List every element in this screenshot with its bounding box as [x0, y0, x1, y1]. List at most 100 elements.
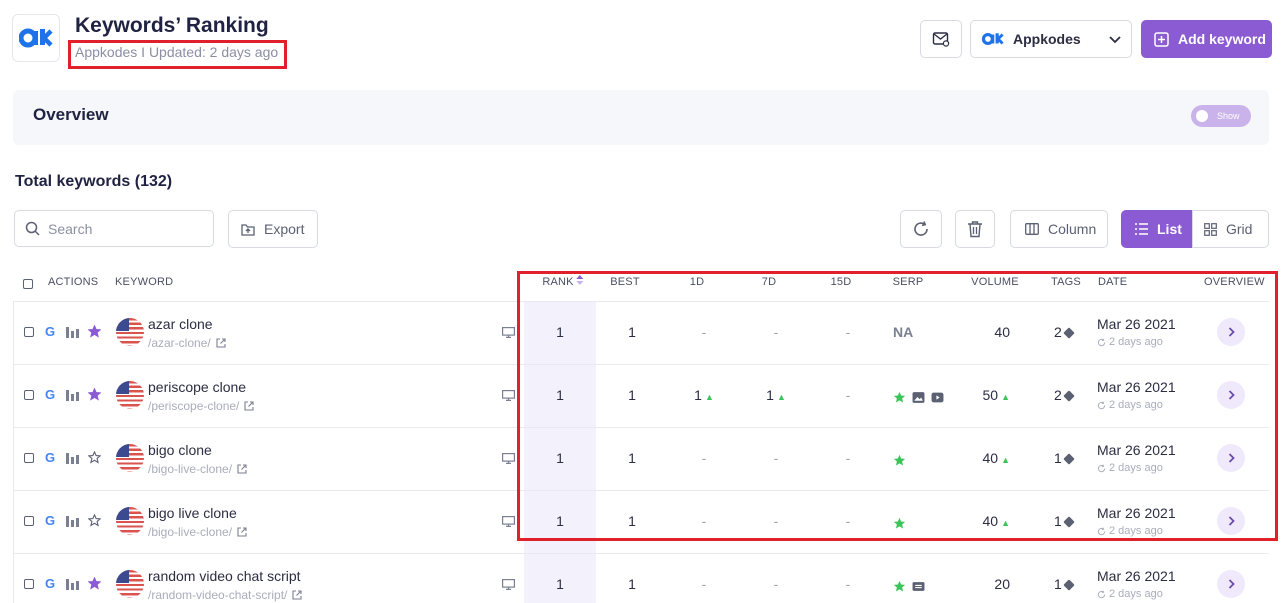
email-report-button[interactable]	[920, 20, 962, 58]
column-button[interactable]: Column	[1010, 210, 1108, 248]
tags-count-cell[interactable]: 2	[1054, 387, 1075, 403]
header-1d[interactable]: 1D	[690, 276, 704, 288]
best-value: 1	[628, 324, 636, 340]
star-icon	[893, 391, 906, 403]
keyword-url-text: /periscope-clone/	[148, 399, 240, 413]
select-all-checkbox[interactable]	[23, 279, 33, 289]
keyword-url[interactable]: /bigo-live-clone/	[148, 462, 247, 476]
overview-open-button[interactable]	[1217, 444, 1245, 472]
page-subtitle: Appkodes I Updated: 2 days ago	[75, 44, 279, 60]
volume-value-cell: 40	[994, 324, 1010, 340]
keyword-url[interactable]: /bigo-live-clone/	[148, 525, 247, 539]
date-text: Mar 26 2021	[1097, 505, 1176, 521]
chevron-right-icon	[1228, 390, 1235, 400]
desktop-icon	[502, 390, 515, 401]
change-d15: -	[846, 450, 851, 466]
keyword-text[interactable]: bigo clone	[148, 442, 212, 458]
tags-count-cell[interactable]: 1	[1054, 450, 1075, 466]
change-d7: -	[774, 450, 779, 466]
best-value: 1	[628, 450, 636, 466]
overview-open-button[interactable]	[1217, 381, 1245, 409]
column-label: Column	[1048, 221, 1097, 237]
row-checkbox[interactable]	[24, 327, 34, 337]
add-icon	[1154, 31, 1169, 47]
row-checkbox[interactable]	[24, 390, 34, 400]
total-keywords-label: Total keywords (132)	[15, 173, 173, 190]
trend-up-icon: ▲	[1001, 392, 1010, 402]
table-row	[0, 427, 1287, 490]
row-checkbox[interactable]	[24, 516, 34, 526]
grid-view-button[interactable]: Grid	[1192, 210, 1269, 248]
change-d15-value: -	[845, 387, 851, 403]
keyword-text[interactable]: periscope clone	[148, 379, 246, 395]
trend-up-icon: ▲	[1001, 518, 1010, 528]
refresh-button[interactable]	[900, 210, 942, 248]
delete-button[interactable]	[955, 210, 995, 248]
keyword-text[interactable]: random video chat script	[148, 568, 301, 584]
change-d1-value: -	[701, 324, 707, 340]
header-overview: OVERVIEW	[1204, 276, 1265, 288]
chevron-right-icon	[1228, 453, 1235, 463]
tags-count-cell[interactable]: 1	[1054, 513, 1075, 529]
star-filled-icon	[88, 325, 101, 338]
keyword-url-text: /bigo-live-clone/	[148, 462, 233, 476]
google-icon[interactable]: G	[45, 450, 55, 465]
volume-value-cell: 20	[994, 576, 1010, 592]
external-link-icon	[237, 464, 247, 474]
google-icon[interactable]: G	[45, 576, 55, 591]
change-d1: -	[702, 450, 707, 466]
refresh-icon	[914, 221, 928, 236]
keyword-text[interactable]: bigo live clone	[148, 505, 237, 521]
tags-count-cell[interactable]: 1	[1054, 576, 1075, 592]
keyword-url[interactable]: /periscope-clone/	[148, 399, 254, 413]
project-select[interactable]: Appkodes	[970, 20, 1132, 58]
row-checkbox[interactable]	[24, 579, 34, 589]
change-d15-value: -	[845, 450, 851, 466]
overview-open-button[interactable]	[1217, 318, 1245, 346]
overview-open-button[interactable]	[1217, 570, 1245, 598]
search-input[interactable]	[48, 220, 198, 237]
header-7d[interactable]: 7D	[762, 276, 776, 288]
ad-icon	[912, 582, 925, 591]
change-d7-value: 1	[766, 387, 774, 403]
row-checkbox[interactable]	[24, 453, 34, 463]
grid-label: Grid	[1226, 221, 1253, 237]
toggle-knob	[1196, 110, 1208, 122]
us-flag-icon	[116, 381, 144, 409]
header-keyword[interactable]: KEYWORD	[115, 276, 173, 288]
external-link-icon	[216, 338, 226, 348]
list-view-button[interactable]: List	[1121, 210, 1192, 248]
relative-time: 2 days ago	[1097, 525, 1163, 537]
header-best[interactable]: BEST	[610, 276, 640, 288]
desktop-icon	[502, 327, 515, 338]
export-button[interactable]: Export	[228, 210, 318, 248]
volume-value: 20	[994, 576, 1010, 592]
sort-icon	[576, 275, 584, 285]
overview-open-button[interactable]	[1217, 507, 1245, 535]
keyword-text[interactable]: azar clone	[148, 316, 213, 332]
trend-up-icon: ▲	[776, 392, 786, 402]
keyword-url[interactable]: /random-video-chat-script/	[148, 588, 302, 602]
list-label: List	[1157, 221, 1182, 237]
change-d1: -	[702, 576, 707, 592]
overview-toggle[interactable]: Show	[1191, 105, 1251, 127]
export-icon	[241, 224, 255, 236]
star-outline-icon	[88, 451, 101, 464]
google-icon[interactable]: G	[45, 324, 55, 339]
appkodes-logo-icon	[19, 28, 53, 48]
header-15d[interactable]: 15D	[831, 276, 852, 288]
keyword-url[interactable]: /azar-clone/	[148, 336, 226, 350]
tags-count-cell[interactable]: 2	[1054, 324, 1075, 340]
header-rank[interactable]: RANK	[542, 275, 584, 288]
rank-value: 1	[556, 576, 564, 592]
table-row	[0, 490, 1287, 553]
tags-count: 1	[1054, 450, 1062, 466]
external-link-icon	[244, 401, 254, 411]
google-icon[interactable]: G	[45, 513, 55, 528]
add-keyword-button[interactable]: Add keyword	[1141, 20, 1272, 58]
google-icon[interactable]: G	[45, 387, 55, 402]
header-volume[interactable]: VOLUME	[971, 276, 1019, 288]
tags-count: 2	[1054, 324, 1062, 340]
table-row	[0, 364, 1287, 427]
header-date[interactable]: DATE	[1098, 276, 1127, 288]
